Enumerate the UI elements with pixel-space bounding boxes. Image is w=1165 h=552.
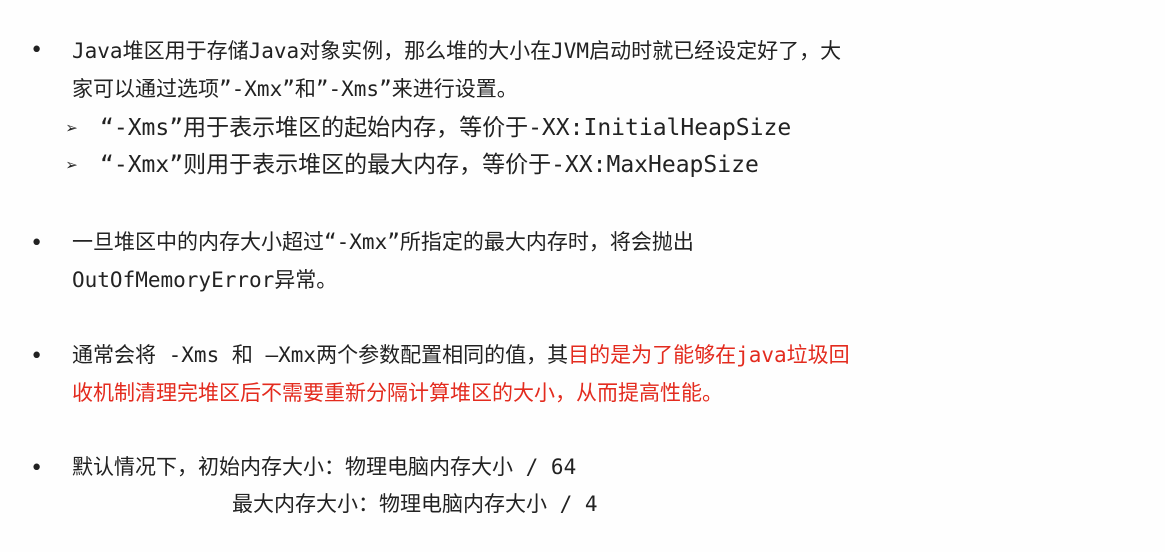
default-max-memory: 最大内存大小：物理电脑内存大小 / 4 (232, 492, 598, 516)
slide: • Java堆区用于存储Java对象实例，那么堆的大小在JVM启动时就已经设定好… (0, 0, 1165, 552)
sub-item-xmx: ➢ “-Xmx”则用于表示堆区的最大内存，等价于-XX:MaxHeapSize (66, 146, 1066, 184)
bullet-line-2-highlight: 收机制清理完堆区后不需要重新分隔计算堆区的大小，从而提高性能。 (72, 381, 723, 405)
sub-item-xms: ➢ “-Xms”用于表示堆区的起始内存，等价于-XX:InitialHeapSiz… (66, 109, 1066, 147)
sub-item-xms-text: “-Xms”用于表示堆区的起始内存，等价于-XX:InitialHeapSize (100, 115, 792, 141)
default-initial-memory: 默认情况下，初始内存大小：物理电脑内存大小 / 64 (72, 455, 577, 479)
bullet-line-2: 家可以通过选项”-Xmx”和”-Xms”来进行设置。 (72, 77, 518, 101)
bullet-out-of-memory: • 一旦堆区中的内存大小超过“-Xmx”所指定的最大内存时，将会抛出 OutOf… (30, 223, 1140, 303)
bullet-line-2: OutOfMemoryError异常。 (72, 268, 338, 292)
bullet-dot: • (30, 456, 44, 481)
bullet-same-values: • 通常会将 -Xms 和 —Xmx两个参数配置相同的值，其目的是为了能够在ja… (30, 336, 1140, 416)
bullet-dot: • (30, 344, 44, 369)
bullet-line-1: Java堆区用于存储Java对象实例，那么堆的大小在JVM启动时就已经设定好了，… (72, 39, 842, 63)
arrow-bullet-icon: ➢ (66, 153, 79, 177)
normal-text: 通常会将 -Xms 和 —Xmx两个参数配置相同的值，其 (72, 343, 569, 367)
bullet-dot: • (30, 38, 44, 63)
highlight-text: 目的是为了能够在java垃圾回 (568, 343, 850, 367)
bullet-line-1: 通常会将 -Xms 和 —Xmx两个参数配置相同的值，其目的是为了能够在java… (72, 336, 1132, 374)
bullet-line-1: 一旦堆区中的内存大小超过“-Xmx”所指定的最大内存时，将会抛出 (72, 230, 694, 254)
bullet-dot: • (30, 231, 44, 256)
bullet-defaults: • 默认情况下，初始内存大小：物理电脑内存大小 / 64 最大内存大小：物理电脑… (30, 448, 1140, 528)
arrow-bullet-icon: ➢ (66, 116, 79, 140)
sub-item-xmx-text: “-Xmx”则用于表示堆区的最大内存，等价于-XX:MaxHeapSize (100, 152, 759, 178)
